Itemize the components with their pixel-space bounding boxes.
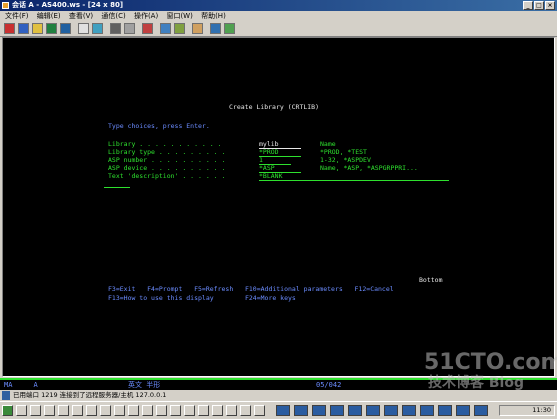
taskbar-window-button[interactable]	[276, 405, 290, 416]
oia-session: MA A	[4, 381, 38, 389]
terminal-screen[interactable]: Create Library (CRTLIB) Type choices, pr…	[2, 37, 555, 377]
start-icon[interactable]	[2, 405, 13, 416]
menu-file[interactable]: 文件(F)	[2, 11, 32, 21]
field-label-asp-device: ASP device . . . . . . . . . .	[108, 164, 226, 172]
quicklaunch-icon[interactable]	[156, 405, 167, 416]
menu-help[interactable]: 帮助(H)	[198, 11, 229, 21]
app-icon	[2, 2, 9, 9]
menu-bar: 文件(F) 编辑(E) 查看(V) 通信(C) 操作(A) 窗口(W) 帮助(H…	[0, 11, 557, 21]
keyboard-icon[interactable]	[92, 23, 103, 34]
system-clock[interactable]: 11:30	[499, 405, 555, 416]
quicklaunch-icon[interactable]	[226, 405, 237, 416]
field-hint-asp-number: 1-32, *ASPDEV	[320, 156, 371, 164]
field-label-text-description: Text 'description' . . . . . .	[108, 172, 226, 180]
status-message: 已用端口 1219 连接到了远程服务器/主机 127.0.0.1	[13, 391, 167, 399]
quicklaunch-icon[interactable]	[170, 405, 181, 416]
color-icon[interactable]	[174, 23, 185, 34]
quicklaunch-icon[interactable]	[44, 405, 55, 416]
function-keys-line-2: F13=How to use this display F24=More key…	[108, 294, 296, 302]
taskbar-window-button[interactable]	[474, 405, 488, 416]
taskbar-window-button[interactable]	[384, 405, 398, 416]
quicklaunch-icon[interactable]	[198, 405, 209, 416]
taskbar-window-button[interactable]	[312, 405, 326, 416]
field-label-library-type: Library type . . . . . . . . .	[108, 148, 226, 156]
macro-icon[interactable]	[110, 23, 121, 34]
quicklaunch-icon[interactable]	[72, 405, 83, 416]
minimize-button[interactable]: _	[523, 1, 533, 10]
quicklaunch-icon[interactable]	[100, 405, 111, 416]
record-icon[interactable]	[142, 23, 153, 34]
taskbar-window-button[interactable]	[294, 405, 308, 416]
quicklaunch-icon[interactable]	[114, 405, 125, 416]
taskbar-window-button[interactable]	[402, 405, 416, 416]
title-bar: 会话 A - AS400.ws - [24 x 80] _ □ ×	[0, 0, 557, 11]
menu-window[interactable]: 窗口(W)	[163, 11, 195, 21]
field-hint-asp-device: Name, *ASP, *ASPGRPPRI...	[320, 164, 418, 172]
field-label-library: Library . . . . . . . . . . .	[108, 140, 222, 148]
oia-cursor-position: 05/042	[316, 381, 342, 389]
taskbar-window-button[interactable]	[438, 405, 452, 416]
taskbar-window-button[interactable]	[420, 405, 434, 416]
receive-icon[interactable]	[60, 23, 71, 34]
menu-view[interactable]: 查看(V)	[66, 11, 96, 21]
function-keys-line-1: F3=Exit F4=Prompt F5=Refresh F10=Additio…	[108, 285, 394, 293]
bottom-marker: Bottom	[419, 276, 443, 284]
settings-icon[interactable]	[160, 23, 171, 34]
window-controls: _ □ ×	[523, 1, 555, 10]
copy-icon[interactable]	[18, 23, 29, 34]
toolbar	[0, 21, 557, 37]
taskbar-window-button[interactable]	[348, 405, 362, 416]
field-input-text-description[interactable]: *BLANK	[259, 172, 449, 181]
help-icon[interactable]	[224, 23, 235, 34]
maximize-button[interactable]: □	[534, 1, 544, 10]
taskbar-window-button[interactable]	[366, 405, 380, 416]
quicklaunch-icon[interactable]	[128, 405, 139, 416]
watermark-subtitle: 技术博客 Blog	[428, 375, 524, 391]
quicklaunch-icon[interactable]	[254, 405, 265, 416]
font-icon[interactable]	[192, 23, 203, 34]
quicklaunch-icon[interactable]	[212, 405, 223, 416]
quicklaunch-icon[interactable]	[16, 405, 27, 416]
quicklaunch-icon[interactable]	[30, 405, 41, 416]
quicklaunch-icon[interactable]	[184, 405, 195, 416]
screen-heading: Create Library (CRTLIB)	[229, 103, 320, 111]
quicklaunch-icon[interactable]	[58, 405, 69, 416]
field-label-asp-number: ASP number . . . . . . . . . .	[108, 156, 226, 164]
play-icon[interactable]	[124, 23, 135, 34]
print-icon[interactable]	[4, 23, 15, 34]
connect-icon[interactable]	[210, 23, 221, 34]
menu-actions[interactable]: 操作(A)	[131, 11, 161, 21]
field-hint-library: Name	[320, 140, 336, 148]
window-title: 会话 A - AS400.ws - [24 x 80]	[12, 1, 124, 9]
menu-communication[interactable]: 通信(C)	[98, 11, 128, 21]
connection-icon	[2, 391, 10, 400]
oia-input-mode: 英文 半形	[128, 381, 161, 389]
send-icon[interactable]	[46, 23, 57, 34]
close-button[interactable]: ×	[545, 1, 555, 10]
paste-icon[interactable]	[32, 23, 43, 34]
quicklaunch-icon[interactable]	[240, 405, 251, 416]
screen-instruction: Type choices, press Enter.	[108, 122, 210, 130]
taskbar-window-button[interactable]	[330, 405, 344, 416]
quicklaunch-icon[interactable]	[86, 405, 97, 416]
field-input-text-description-continued[interactable]	[104, 181, 130, 188]
taskbar: 11:30	[0, 401, 557, 419]
field-hint-library-type: *PROD, *TEST	[320, 148, 367, 156]
menu-edit[interactable]: 编辑(E)	[34, 11, 64, 21]
display-icon[interactable]	[78, 23, 89, 34]
taskbar-window-button[interactable]	[456, 405, 470, 416]
quicklaunch-icon[interactable]	[142, 405, 153, 416]
